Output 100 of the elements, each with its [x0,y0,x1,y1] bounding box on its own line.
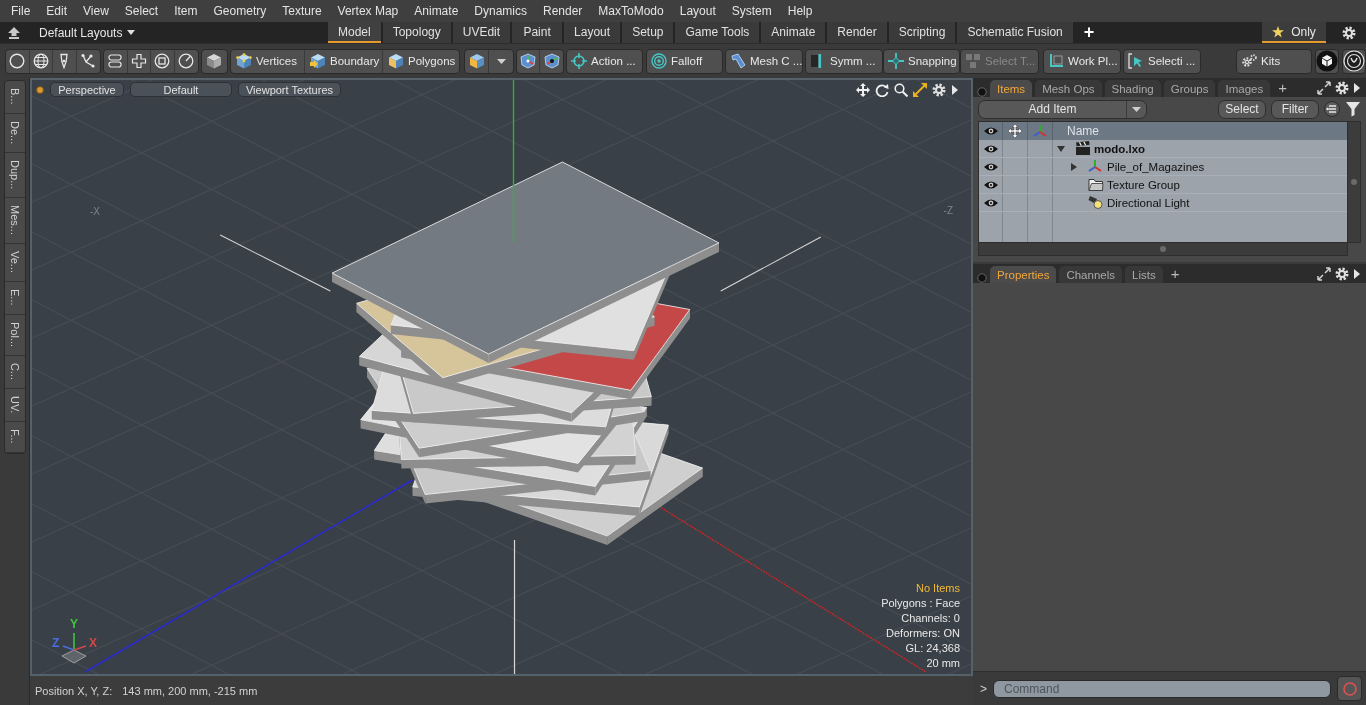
side-tab[interactable]: De... [5,113,25,153]
selection-mode-button[interactable]: Boundary [305,49,383,73]
column-header[interactable]: Name [1067,124,1099,138]
3d-viewport[interactable]: Perspective Default Viewport Textures -X -Z No Items Polygons : Face Channels: 0 Deformers: ON GL: 24,368 20 mm Y Z X [30,78,973,676]
menu-item[interactable]: Layout [671,2,724,20]
menu-item[interactable]: Select [116,2,167,20]
circle-slash-icon[interactable] [178,53,195,69]
panel-tab[interactable]: Mesh Ops [1035,80,1102,97]
view-mode-button[interactable]: Perspective [50,82,124,97]
side-tab[interactable]: B... [5,81,25,114]
up-arrow-icon[interactable] [8,26,20,39]
maximize-icon[interactable] [913,83,927,97]
layout-tab[interactable]: UVEdit [452,22,511,43]
kits-button[interactable]: Kits [1236,48,1312,74]
favorites-tab[interactable]: Only [1262,22,1326,43]
tree-item-label[interactable]: modo.lxo [1094,142,1146,155]
layout-tab[interactable]: Setup [622,22,674,43]
tool-button[interactable]: Work Pl... [1043,48,1121,74]
expand-icon[interactable] [1317,80,1331,95]
selection-mode-button[interactable]: Polygons [383,49,459,73]
circle-logo-icon[interactable] [1343,50,1365,72]
move-icon[interactable] [856,83,870,97]
panel-tab[interactable]: Images [1218,80,1271,97]
side-tab[interactable]: Pol... [5,314,25,356]
tool-button[interactable]: Falloff [646,48,723,74]
tree-item-label[interactable]: Directional Light [1107,196,1190,209]
rounded-bars-icon[interactable] [107,53,124,69]
menu-item[interactable]: Help [779,2,821,20]
menu-item[interactable]: File [3,2,39,20]
caret-icon[interactable] [496,58,506,64]
add-tab-button[interactable]: + [1165,265,1185,282]
cube-icon[interactable] [468,53,485,69]
tool-button[interactable]: Mesh C ... [725,48,803,74]
menu-item[interactable]: Animate [406,2,467,20]
axis-cube-icon[interactable] [520,53,536,69]
tree-item-label[interactable]: Texture Group [1107,178,1180,191]
horizontal-scrollbar[interactable] [978,243,1348,256]
add-item-dropdown[interactable]: Add Item [978,99,1147,119]
panel-button[interactable]: Filter [1271,99,1319,119]
panel-tab[interactable]: Shading [1104,80,1161,97]
menu-item[interactable]: Vertex Map [329,2,407,20]
eye-icon[interactable] [983,197,999,208]
command-field[interactable]: Command [993,679,1331,698]
tree-item-label[interactable]: Pile_of_Magazines [1107,160,1205,173]
layout-tab[interactable]: Topology [382,22,451,43]
panel-button[interactable]: Select [1218,99,1266,119]
tool-button[interactable]: Symm ... [805,48,883,74]
add-tab-button[interactable]: + [1273,79,1292,96]
side-tab[interactable]: C... [5,355,25,389]
layout-tab[interactable]: Game Tools [675,22,760,43]
layout-tab[interactable]: Schematic Fusion [957,22,1073,43]
settings-icon[interactable] [932,83,946,97]
menu-item[interactable]: Item [166,2,206,20]
tool-button[interactable]: Selecti ... [1123,48,1201,74]
eye-icon[interactable] [983,179,999,190]
settings-icon[interactable] [1335,266,1349,281]
cube-badge-icon[interactable] [1316,50,1338,72]
filter-icon[interactable] [1345,101,1361,117]
add-tab-button[interactable]: + [1074,22,1104,43]
axis-cube-icon[interactable] [543,53,560,69]
layout-tab[interactable]: Model [328,22,381,43]
menu-item[interactable]: Edit [38,2,76,20]
menu-item[interactable]: Texture [274,2,330,20]
eye-icon[interactable] [983,143,999,154]
menu-item[interactable]: Geometry [205,2,275,20]
side-tab[interactable]: Dup... [5,152,25,199]
panel-tab[interactable]: Groups [1163,80,1216,97]
triangle-right-icon[interactable] [1353,268,1360,279]
menu-item[interactable]: System [723,2,780,20]
square-ring-icon[interactable] [154,53,171,69]
layout-tab[interactable]: Scripting [888,22,956,43]
side-tab[interactable]: E... [5,282,25,315]
cube-icon[interactable] [206,53,222,69]
disclosure-triangle-icon[interactable] [1057,144,1065,153]
list-icon[interactable] [1324,101,1340,117]
tool-button[interactable]: Snapping [883,48,960,74]
layout-tab[interactable]: Layout [564,22,621,43]
settings-icon[interactable] [1342,25,1356,40]
selection-mode-button[interactable]: Vertices [231,49,305,73]
view-mode-button[interactable]: Viewport Textures [238,82,341,97]
lasso-icon[interactable] [80,53,97,69]
side-tab[interactable]: Mes... [5,198,25,245]
panel-tab[interactable]: Lists [1125,266,1163,283]
settings-icon[interactable] [1335,80,1349,95]
triangle-right-icon[interactable] [951,85,958,95]
rotate-icon[interactable] [875,83,889,97]
expand-icon[interactable] [1317,266,1331,281]
layouts-dropdown[interactable]: Default Layouts [39,25,136,40]
side-tab[interactable]: Ve... [5,244,25,283]
record-button[interactable] [1337,676,1362,701]
disclosure-triangle-icon[interactable] [1070,162,1078,171]
tool-button[interactable]: Action ... [566,48,643,74]
layout-tab[interactable]: Paint [512,22,563,43]
menu-item[interactable]: MaxToModo [590,2,672,20]
menu-item[interactable]: View [75,2,117,20]
search-icon[interactable] [894,83,908,97]
circle-icon[interactable] [9,53,26,69]
menu-item[interactable]: Dynamics [466,2,535,20]
globe-icon[interactable] [32,53,49,69]
panel-tab[interactable]: Channels [1059,266,1122,283]
